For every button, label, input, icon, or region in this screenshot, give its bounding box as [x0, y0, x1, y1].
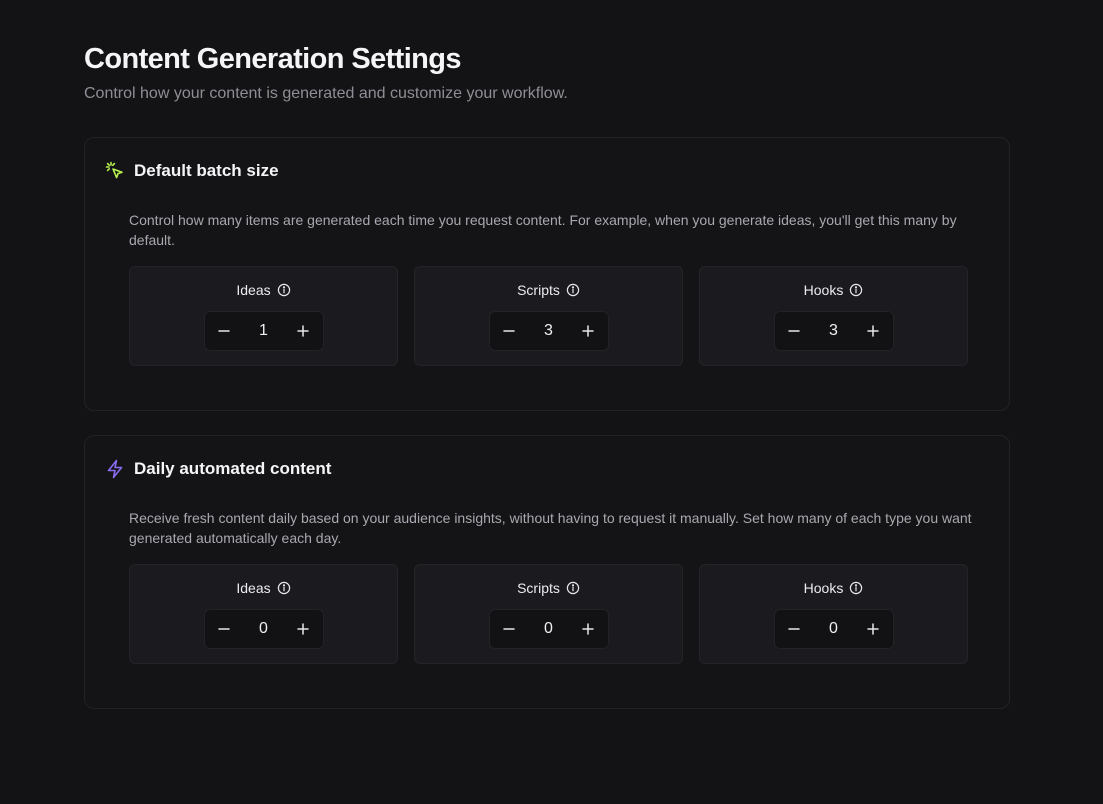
card-header: Default batch size [105, 160, 279, 182]
increment-button[interactable] [853, 610, 892, 648]
info-icon[interactable] [849, 283, 863, 297]
quantity-stepper: 3 [488, 311, 609, 351]
decrement-button[interactable] [205, 312, 244, 350]
increment-button[interactable] [283, 312, 322, 350]
decrement-button[interactable] [205, 610, 244, 648]
quantity-stepper: 0 [773, 609, 894, 649]
quantity-stepper: 1 [203, 311, 324, 351]
info-icon[interactable] [277, 581, 291, 595]
counter-group: Ideas 0 Scripts 0 Hooks 0 [129, 564, 968, 664]
decrement-button[interactable] [490, 312, 529, 350]
cursor-click-icon [105, 161, 125, 181]
section-title: Default batch size [134, 161, 279, 180]
counter-value[interactable]: 3 [529, 322, 568, 340]
decrement-button[interactable] [775, 610, 814, 648]
default-batch-size-card: Default batch size Control how many item… [84, 137, 1010, 411]
decrement-button[interactable] [490, 610, 529, 648]
increment-button[interactable] [853, 312, 892, 350]
info-icon[interactable] [849, 581, 863, 595]
daily-automated-content-card: Daily automated content Receive fresh co… [84, 435, 1010, 709]
section-description: Control how many items are generated eac… [129, 212, 957, 248]
counter-value[interactable]: 0 [244, 620, 283, 638]
quantity-stepper: 0 [203, 609, 324, 649]
counter-tile-ideas: Ideas 0 [129, 564, 398, 664]
counter-value[interactable]: 3 [814, 322, 853, 340]
decrement-button[interactable] [775, 312, 814, 350]
increment-button[interactable] [568, 610, 607, 648]
counter-group: Ideas 1 Scripts 3 Hooks 3 [129, 266, 968, 366]
counter-value[interactable]: 0 [814, 620, 853, 638]
counter-value[interactable]: 0 [529, 620, 568, 638]
page-subtitle: Control how your content is generated an… [84, 85, 568, 102]
counter-tile-hooks: Hooks 0 [699, 564, 968, 664]
page-title: Content Generation Settings [84, 43, 462, 75]
quantity-stepper: 3 [773, 311, 894, 351]
counter-label: Hooks [803, 282, 844, 298]
counter-label: Scripts [517, 580, 560, 596]
counter-tile-ideas: Ideas 1 [129, 266, 398, 366]
counter-tile-scripts: Scripts 3 [414, 266, 683, 366]
section-description: Receive fresh content daily based on you… [129, 510, 972, 546]
counter-tile-hooks: Hooks 3 [699, 266, 968, 366]
counter-label: Hooks [803, 580, 844, 596]
quantity-stepper: 0 [488, 609, 609, 649]
info-icon[interactable] [277, 283, 291, 297]
counter-value[interactable]: 1 [244, 322, 283, 340]
card-header: Daily automated content [105, 458, 331, 480]
info-icon[interactable] [566, 581, 580, 595]
counter-label: Ideas [236, 282, 271, 298]
increment-button[interactable] [568, 312, 607, 350]
counter-label: Ideas [236, 580, 271, 596]
lightning-bolt-icon [105, 459, 125, 479]
info-icon[interactable] [566, 283, 580, 297]
counter-tile-scripts: Scripts 0 [414, 564, 683, 664]
section-title: Daily automated content [134, 459, 332, 478]
counter-label: Scripts [517, 282, 560, 298]
increment-button[interactable] [283, 610, 322, 648]
